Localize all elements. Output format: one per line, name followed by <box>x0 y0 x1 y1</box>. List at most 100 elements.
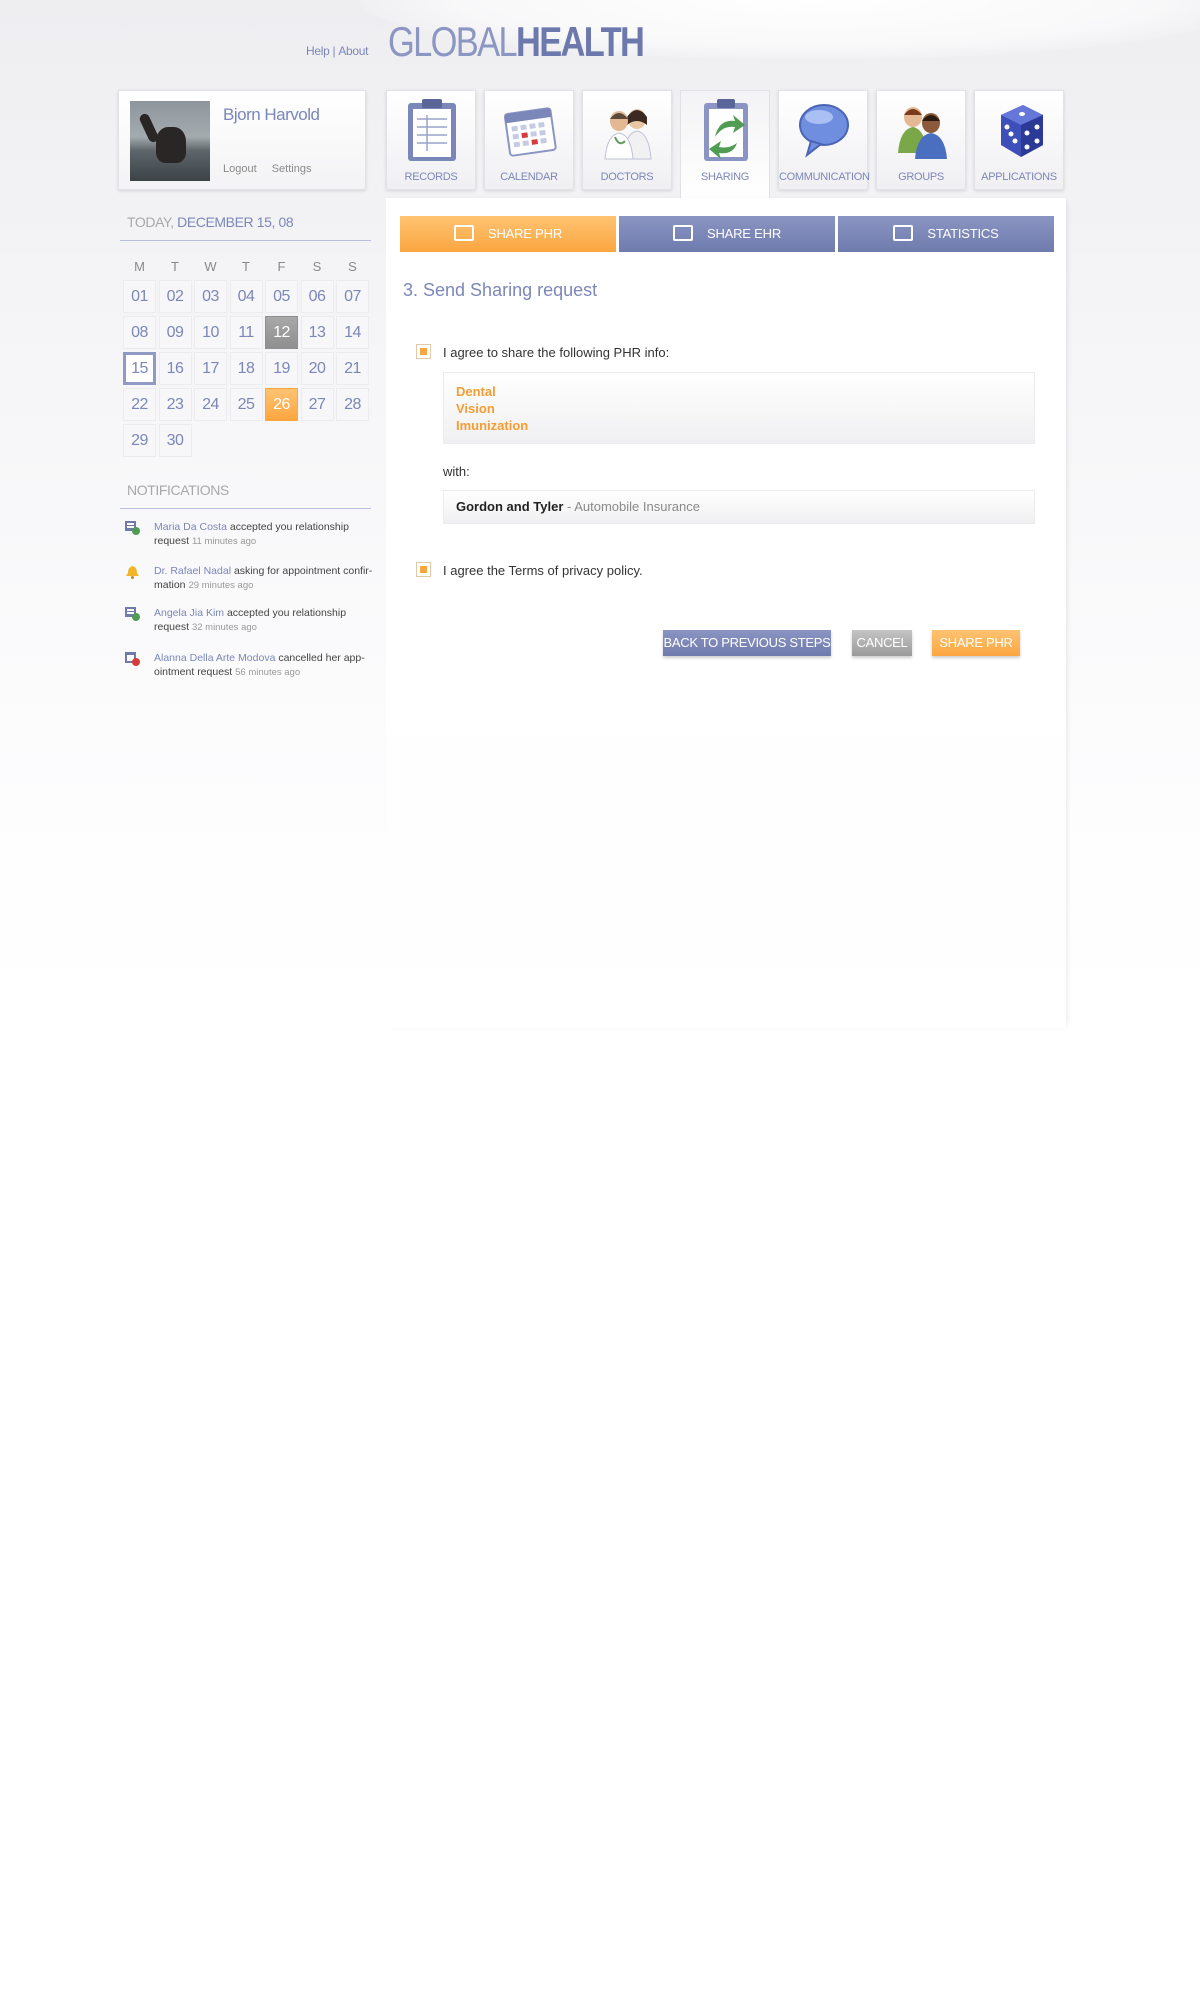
today-date: TODAY, DECEMBER 15, 08 <box>127 214 294 230</box>
subtab-share-ehr[interactable]: SHARE EHR <box>619 216 835 252</box>
calendar-day[interactable]: 15 <box>123 352 156 385</box>
recipient-name: Gordon and Tyler <box>456 499 564 514</box>
calendar-weekday: M <box>134 259 145 274</box>
subtab-share-phr[interactable]: SHARE PHR <box>400 216 616 252</box>
phr-card-icon <box>453 224 474 241</box>
agree-share-label: I agree to share the following PHR info: <box>443 345 670 360</box>
tab-doctors-label: DOCTORS <box>600 171 654 183</box>
tab-records-label: RECORDS <box>404 171 458 183</box>
notification-item[interactable]: Angela Jia Kim accepted you relationship… <box>125 606 375 635</box>
calendar-day[interactable]: 26 <box>265 388 298 421</box>
calendar-day[interactable]: 09 <box>158 316 192 349</box>
notification-item[interactable]: Maria Da Costa accepted you relationship… <box>125 520 375 549</box>
tab-applications[interactable]: APPLICATIONS <box>974 90 1064 190</box>
calendar-day[interactable]: 25 <box>229 388 263 421</box>
calendar-day[interactable]: 08 <box>123 316 156 349</box>
main-panel <box>386 198 1066 1028</box>
logo-light-text: GLOBAL <box>388 18 518 65</box>
tab-sharing[interactable]: SHARING <box>680 90 770 198</box>
phr-item: Vision <box>456 401 495 416</box>
cancel-button[interactable]: CANCEL <box>852 630 912 656</box>
calendar-divider <box>120 240 371 241</box>
notification-item[interactable]: Dr. Rafael Nadal asking for appointment … <box>125 564 375 593</box>
calendar-day[interactable]: 11 <box>229 316 263 349</box>
calendar-day[interactable]: 21 <box>336 352 369 385</box>
globalhealth-logo[interactable]: GLOBALHEALTH <box>388 18 645 65</box>
back-to-previous-steps-button[interactable]: BACK TO PREVIOUS STEPS <box>663 630 831 656</box>
calendar-icon <box>503 107 557 157</box>
notification-time: 29 minutes ago <box>188 580 254 591</box>
ehr-document-icon <box>672 224 693 241</box>
avatar[interactable] <box>130 101 210 181</box>
appointment-cancelled-icon <box>125 652 140 666</box>
agree-terms-label: I agree the Terms of privacy policy. <box>443 563 643 578</box>
today-label: TODAY, <box>127 214 174 230</box>
calendar-day[interactable]: 06 <box>300 280 334 313</box>
calendar-day[interactable]: 01 <box>123 280 156 313</box>
clipboard-records-icon <box>408 99 456 161</box>
calendar-day[interactable]: 23 <box>158 388 192 421</box>
notifications-title: NOTIFICATIONS <box>127 482 229 498</box>
calendar-weekday: F <box>277 259 286 274</box>
calendar-day[interactable]: 07 <box>336 280 369 313</box>
calendar-day[interactable]: 18 <box>229 352 263 385</box>
tab-calendar[interactable]: CALENDAR <box>484 90 574 190</box>
calendar-day[interactable]: 17 <box>194 352 227 385</box>
logo-bold-text: HEALTH <box>515 18 645 65</box>
calendar-weekday: S <box>348 259 357 274</box>
subtab-statistics-label: STATISTICS <box>927 226 999 241</box>
tab-doctors[interactable]: DOCTORS <box>582 90 672 190</box>
logout-link[interactable]: Logout <box>223 163 257 175</box>
notification-who[interactable]: Angela Jia Kim <box>154 607 224 619</box>
tab-communication[interactable]: COMMUNICATION <box>778 90 870 190</box>
calendar-day[interactable]: 19 <box>265 352 298 385</box>
tab-records[interactable]: RECORDS <box>386 90 476 190</box>
notification-item[interactable]: Alanna Della Arte Modova cancelled her a… <box>125 651 375 680</box>
step-title: 3. Send Sharing request <box>403 280 598 300</box>
top-links-separator: | <box>332 44 336 58</box>
phr-item: Imunization <box>456 418 529 433</box>
calendar-day[interactable]: 10 <box>194 316 227 349</box>
calendar-day[interactable]: 28 <box>336 388 369 421</box>
calendar-day[interactable]: 14 <box>336 316 369 349</box>
notification-who[interactable]: Dr. Rafael Nadal <box>154 565 231 577</box>
calendar-day[interactable]: 13 <box>300 316 334 349</box>
agree-terms-checkbox[interactable] <box>416 562 431 577</box>
calendar-day[interactable]: 04 <box>229 280 263 313</box>
with-label: with: <box>443 464 470 479</box>
calendar-day[interactable]: 29 <box>123 424 156 457</box>
tab-groups[interactable]: GROUPS <box>876 90 966 190</box>
notification-who[interactable]: Alanna Della Arte Modova <box>154 652 275 664</box>
relationship-accepted-icon <box>125 607 140 621</box>
subtab-statistics[interactable]: STATISTICS <box>838 216 1054 252</box>
phr-item: Dental <box>456 384 496 399</box>
about-link[interactable]: About <box>338 44 368 58</box>
dice-icon <box>1001 105 1043 157</box>
notification-time: 11 minutes ago <box>191 536 257 547</box>
calendar-day[interactable]: 30 <box>158 424 192 457</box>
notifications-divider <box>120 508 371 509</box>
notification-who[interactable]: Maria Da Costa <box>154 521 227 533</box>
calendar-day[interactable]: 22 <box>123 388 156 421</box>
settings-link[interactable]: Settings <box>272 163 312 175</box>
calendar-day[interactable]: 27 <box>300 388 334 421</box>
bell-icon <box>126 566 139 579</box>
calendar-day[interactable]: 03 <box>194 280 227 313</box>
tab-sharing-label: SHARING <box>700 171 750 183</box>
calendar-day[interactable]: 02 <box>158 280 192 313</box>
calendar-day[interactable]: 24 <box>194 388 227 421</box>
calendar-day[interactable]: 20 <box>300 352 334 385</box>
calendar-weekday: T <box>242 259 250 274</box>
profile-card: Bjorn Harvold Logout Settings <box>118 90 366 190</box>
statistics-chart-icon <box>893 224 914 241</box>
share-phr-button[interactable]: SHARE PHR <box>932 630 1020 656</box>
calendar-day[interactable]: 05 <box>265 280 298 313</box>
profile-name: Bjorn Harvold <box>223 105 320 124</box>
calendar-day[interactable]: 12 <box>265 316 298 349</box>
help-link[interactable]: Help <box>306 44 330 58</box>
recipient-box: Gordon and Tyler - Automobile Insurance <box>443 490 1035 524</box>
tab-communication-label: COMMUNICATION <box>779 171 870 183</box>
agree-share-checkbox[interactable] <box>416 344 431 359</box>
calendar-day[interactable]: 16 <box>158 352 192 385</box>
notification-time: 32 minutes ago <box>191 622 257 633</box>
